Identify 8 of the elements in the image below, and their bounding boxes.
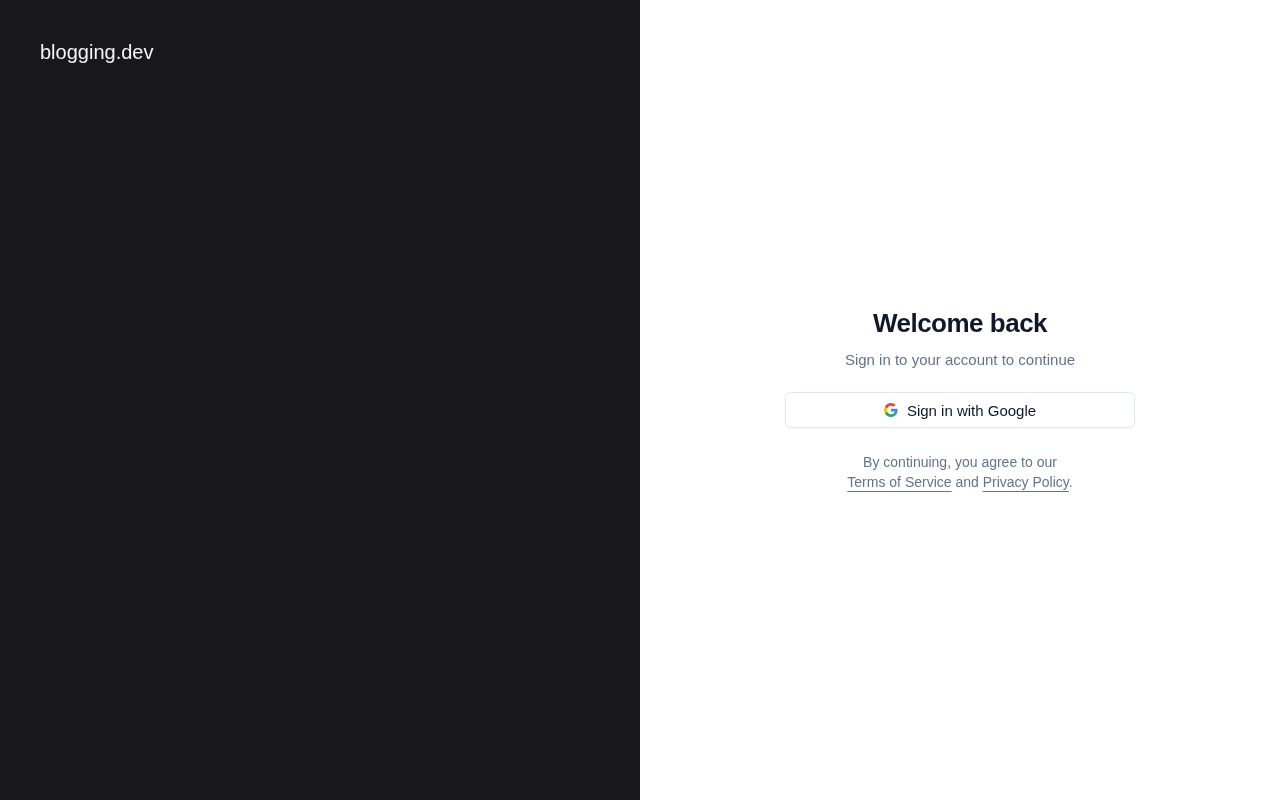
page-title: Welcome back — [872, 308, 1048, 339]
privacy-policy-link[interactable]: Privacy Policy — [982, 474, 1069, 490]
terms-notice: By continuing, you agree to our Terms of Service and Privacy Policy. — [846, 453, 1074, 492]
terms-of-service-link[interactable]: Terms of Service — [847, 474, 952, 490]
google-g-icon — [883, 403, 898, 417]
google-sign-in-button[interactable]: Sign in with Google — [785, 392, 1135, 428]
subtitle: Sign in to your account to continue — [844, 351, 1076, 368]
brand-name: blogging.dev — [40, 41, 154, 63]
